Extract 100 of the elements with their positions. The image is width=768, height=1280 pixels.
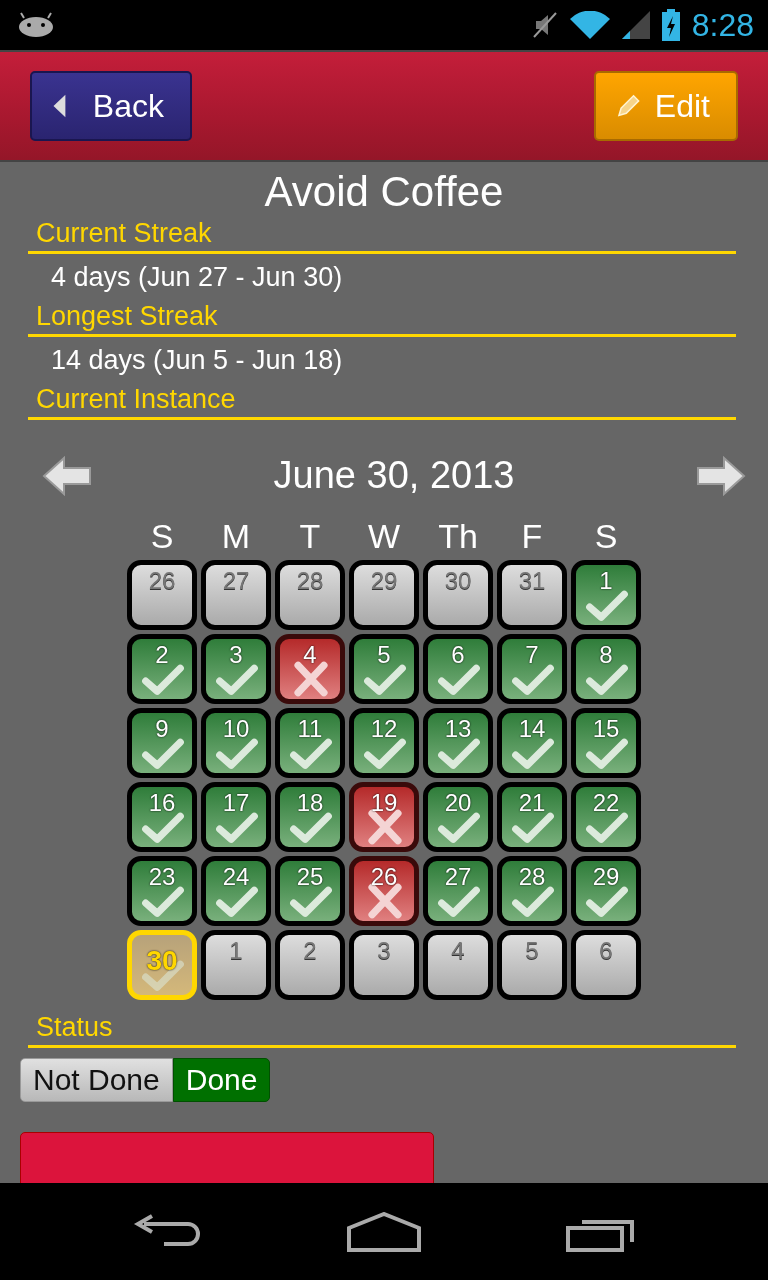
- check-icon: [436, 883, 482, 919]
- day-cell[interactable]: 26: [349, 856, 419, 926]
- day-number: 8: [599, 643, 613, 667]
- day-cell[interactable]: 15: [571, 708, 641, 778]
- check-icon: [362, 735, 408, 771]
- day-cell[interactable]: 2: [275, 930, 345, 1000]
- day-cell[interactable]: 2: [127, 634, 197, 704]
- habit-title: Avoid Coffee: [263, 168, 505, 216]
- check-icon: [436, 661, 482, 697]
- day-cell[interactable]: 7: [497, 634, 567, 704]
- day-number: 24: [222, 865, 250, 889]
- day-cell[interactable]: 6: [423, 634, 493, 704]
- day-cell[interactable]: 5: [349, 634, 419, 704]
- section-heading: Current Streak: [28, 216, 736, 254]
- day-cell[interactable]: 13: [423, 708, 493, 778]
- check-icon: [288, 809, 334, 845]
- back-button[interactable]: Back: [30, 71, 192, 141]
- day-cell[interactable]: 24: [201, 856, 271, 926]
- day-cell[interactable]: 4: [275, 634, 345, 704]
- check-icon: [214, 735, 260, 771]
- day-number: 11: [297, 717, 323, 741]
- day-number: 28: [296, 569, 324, 593]
- day-cell[interactable]: 16: [127, 782, 197, 852]
- day-cell[interactable]: 20: [423, 782, 493, 852]
- day-cell[interactable]: 29: [349, 560, 419, 630]
- day-cell[interactable]: 30: [423, 560, 493, 630]
- check-icon: [140, 809, 186, 845]
- day-cell[interactable]: 6: [571, 930, 641, 1000]
- check-icon: [584, 661, 630, 697]
- check-icon: [140, 661, 186, 697]
- day-cell[interactable]: 21: [497, 782, 567, 852]
- month-label: June 30, 2013: [273, 454, 515, 497]
- check-icon: [584, 735, 630, 771]
- home-icon[interactable]: [347, 1211, 421, 1252]
- day-number: 31: [518, 569, 546, 593]
- day-number: 3: [377, 939, 391, 963]
- day-cell[interactable]: 28: [275, 560, 345, 630]
- day-cell[interactable]: 18: [275, 782, 345, 852]
- status-option[interactable]: Done: [172, 1058, 271, 1102]
- day-cell[interactable]: 27: [201, 560, 271, 630]
- day-number: 9: [155, 717, 169, 741]
- day-cell[interactable]: 3: [349, 930, 419, 1000]
- day-number: 5: [377, 643, 391, 667]
- mute-icon: [531, 11, 558, 39]
- day-number: 7: [525, 643, 539, 667]
- day-number: 10: [222, 717, 250, 741]
- day-cell[interactable]: 25: [275, 856, 345, 926]
- day-number: 20: [444, 791, 472, 815]
- day-number: 26: [148, 569, 176, 593]
- day-cell[interactable]: 1: [201, 930, 271, 1000]
- day-number: 2: [303, 939, 317, 963]
- right-arrow-icon[interactable]: [696, 455, 746, 496]
- day-number: 30: [146, 947, 178, 975]
- section-heading: Current Instance: [28, 382, 736, 420]
- day-cell[interactable]: 11: [275, 708, 345, 778]
- day-cell[interactable]: 28: [497, 856, 567, 926]
- day-cell[interactable]: 8: [571, 634, 641, 704]
- day-number: 14: [518, 717, 546, 741]
- day-cell[interactable]: 22: [571, 782, 641, 852]
- day-number: 29: [592, 865, 620, 889]
- edit-button[interactable]: Edit: [594, 71, 738, 141]
- day-number: 6: [451, 643, 465, 667]
- day-cell[interactable]: 17: [201, 782, 271, 852]
- day-number: 17: [222, 791, 250, 815]
- check-icon: [288, 883, 334, 919]
- day-number: 26: [370, 865, 398, 889]
- weekday-label: S: [149, 517, 175, 556]
- day-number: 27: [444, 865, 472, 889]
- day-number: 2: [155, 643, 169, 667]
- day-cell[interactable]: 3: [201, 634, 271, 704]
- check-icon: [214, 661, 260, 697]
- day-number: 21: [518, 791, 546, 815]
- day-cell[interactable]: 19: [349, 782, 419, 852]
- day-number: 1: [229, 939, 243, 963]
- day-cell[interactable]: 5: [497, 930, 567, 1000]
- day-cell[interactable]: 1: [571, 560, 641, 630]
- check-icon: [140, 735, 186, 771]
- day-number: 30: [444, 569, 472, 593]
- weekday-label: Th: [437, 517, 479, 556]
- wifi-icon: [569, 11, 610, 39]
- day-cell[interactable]: 27: [423, 856, 493, 926]
- day-cell[interactable]: 14: [497, 708, 567, 778]
- android-icon: [18, 12, 54, 38]
- battery-icon: [661, 9, 680, 41]
- day-cell[interactable]: 12: [349, 708, 419, 778]
- check-icon: [584, 809, 630, 845]
- day-cell[interactable]: 23: [127, 856, 197, 926]
- check-icon: [436, 809, 482, 845]
- check-icon: [214, 809, 260, 845]
- day-cell[interactable]: 31: [497, 560, 567, 630]
- status-option[interactable]: Not Done: [20, 1058, 173, 1102]
- day-cell[interactable]: 10: [201, 708, 271, 778]
- day-cell[interactable]: 29: [571, 856, 641, 926]
- clock-time: 8:28: [691, 6, 754, 44]
- day-cell[interactable]: 26: [127, 560, 197, 630]
- day-cell[interactable]: 4: [423, 930, 493, 1000]
- check-icon: [288, 735, 334, 771]
- day-cell[interactable]: 9: [127, 708, 197, 778]
- section-heading: Longest Streak: [28, 299, 736, 337]
- left-arrow-icon[interactable]: [42, 455, 92, 496]
